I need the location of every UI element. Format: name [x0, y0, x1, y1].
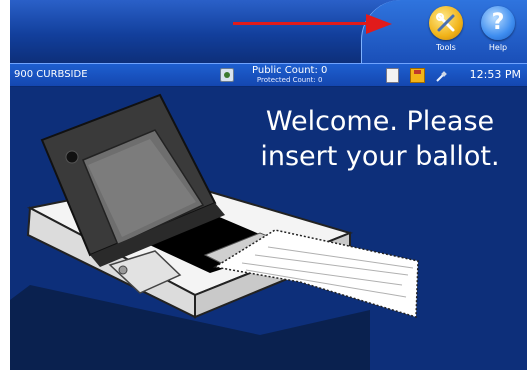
protected-count: Protected Count: 0 — [256, 76, 323, 84]
public-count: Public Count: 0 — [252, 65, 328, 76]
annotation-arrow-line — [233, 22, 368, 25]
status-bar: 900 CURBSIDE Public Count: 0 Protected C… — [10, 63, 527, 87]
document-icon — [386, 68, 399, 83]
ballot-counts: Public Count: 0 Protected Count: 0 — [252, 65, 327, 85]
ballot-scanner-illustration — [10, 93, 419, 370]
help-glyph: ? — [491, 10, 505, 35]
tools-button[interactable]: Tools — [424, 6, 468, 60]
help-button[interactable]: ? Help — [476, 6, 520, 60]
header-bar: Tools ? Help — [10, 0, 527, 63]
annotation-arrow-head — [366, 14, 392, 34]
plug-icon — [435, 68, 448, 82]
tools-label: Tools — [436, 43, 456, 52]
help-icon: ? — [481, 6, 515, 40]
location-label: 900 CURBSIDE — [14, 69, 88, 80]
tools-icon — [429, 6, 463, 40]
clock-time: 12:53 PM — [469, 68, 521, 81]
help-label: Help — [488, 43, 508, 52]
status-flag-icon — [220, 68, 234, 82]
disk-icon — [410, 68, 425, 83]
scanner-screen: Tools ? Help 900 CURBSIDE Public Count: … — [10, 0, 527, 370]
